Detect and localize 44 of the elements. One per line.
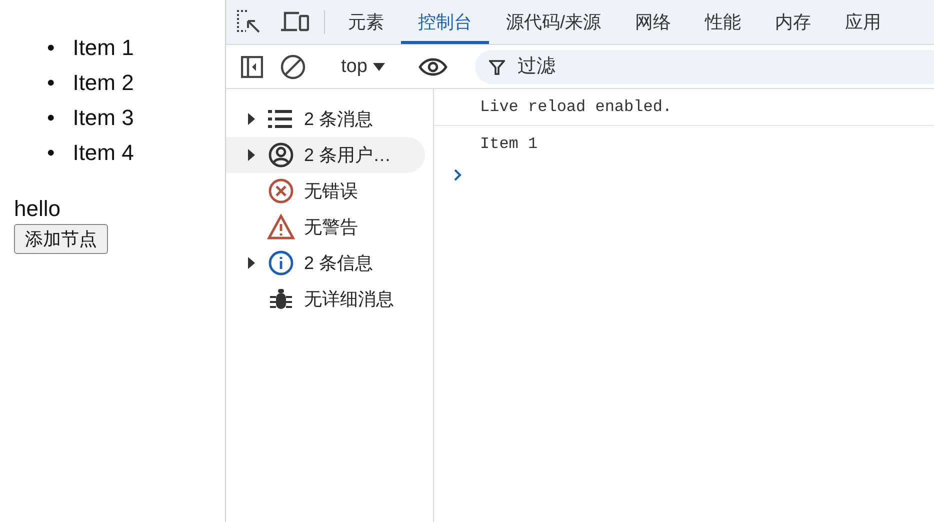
sidebar-toggle-icon[interactable]	[241, 56, 263, 78]
devtools-tab[interactable]: 应用	[828, 0, 898, 44]
info-icon	[268, 250, 294, 276]
devtools-tab[interactable]: 控制台	[401, 0, 489, 44]
list-item: Item 4	[72, 139, 134, 167]
devtools-tab[interactable]: 元素	[331, 0, 401, 44]
bullet-mark: •	[47, 104, 55, 132]
bug-icon	[270, 287, 292, 311]
list-item: Item 1	[72, 34, 134, 62]
sidebar-item[interactable]: 2 条用户…	[226, 137, 425, 173]
eye-icon[interactable]	[418, 56, 448, 76]
console-message: Item 1	[479, 134, 539, 155]
sidebar-item[interactable]: 无警告	[226, 209, 425, 245]
list-item: Item 2	[72, 69, 134, 97]
filter-icon	[489, 58, 506, 74]
sidebar-item[interactable]: 无错误	[226, 173, 425, 209]
add-node-button[interactable]: 添加节点	[14, 224, 108, 254]
list-item: Item 3	[72, 104, 134, 132]
expand-arrow-icon[interactable]	[248, 149, 255, 161]
bullet-mark: •	[47, 139, 55, 167]
bullet-mark: •	[47, 69, 55, 97]
list-icon	[268, 109, 294, 129]
warning-icon	[267, 214, 295, 240]
paragraph: hello	[14, 196, 62, 222]
expand-arrow-icon[interactable]	[248, 113, 255, 125]
devtools-tab[interactable]: 网络	[618, 0, 688, 44]
clear-icon[interactable]	[280, 54, 306, 80]
device-icon[interactable]	[281, 11, 309, 33]
sidebar-item[interactable]: 2 条消息	[226, 101, 425, 137]
inspect-icon[interactable]	[236, 9, 262, 35]
prompt-icon[interactable]	[454, 169, 462, 181]
sidebar-item[interactable]: 无详细消息	[226, 281, 425, 317]
caret-icon	[373, 62, 386, 70]
bullet-mark: •	[47, 34, 55, 62]
error-icon	[268, 178, 294, 204]
devtools-tab[interactable]: 性能	[688, 0, 758, 44]
sidebar-item[interactable]: 2 条信息	[226, 245, 425, 281]
console-message: Live reload enabled.	[434, 89, 934, 126]
devtools-tab[interactable]: 源代码/来源	[489, 0, 618, 44]
context-dropdown[interactable]: top	[329, 56, 398, 78]
user-icon	[268, 142, 294, 168]
devtools-tab[interactable]: 内存	[758, 0, 828, 44]
expand-arrow-icon[interactable]	[248, 257, 255, 269]
filter-field[interactable]: 过滤	[475, 50, 934, 84]
